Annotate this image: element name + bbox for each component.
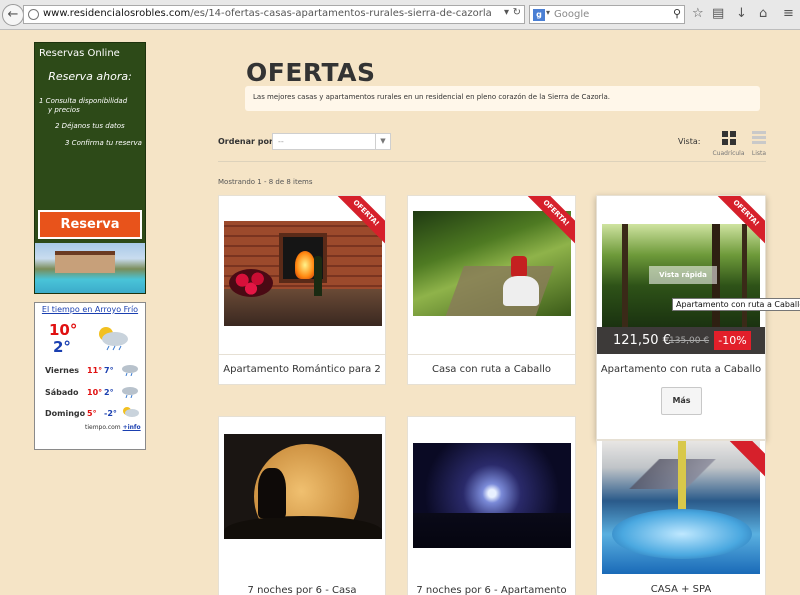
sort-select[interactable]: -- ▼ — [272, 133, 391, 150]
engine-dropdown-icon[interactable]: ▾ — [546, 8, 550, 17]
card-divider — [408, 354, 575, 355]
more-button[interactable]: Más — [661, 387, 702, 415]
forecast-day: Domingo — [45, 409, 86, 418]
product-image[interactable] — [413, 211, 571, 316]
product-card-hovered[interactable]: Vista rápida OFERTA! 121,50 € 135,00 € -… — [596, 195, 766, 440]
product-card[interactable]: OFERTA! Casa con ruta a Caballo — [407, 195, 576, 385]
forecast-day: Sábado — [45, 388, 79, 397]
download-icon[interactable]: ↓ — [736, 6, 747, 21]
weather-widget: El tiempo en Arroyo Frío 10° 2° Viernes … — [34, 302, 146, 450]
address-bar[interactable]: www.residencialosrobles.com/es/14-oferta… — [23, 5, 525, 24]
product-name[interactable]: 7 noches por 6 - Apartamento — [408, 585, 575, 595]
view-label: Vista: — [678, 137, 701, 146]
grid-icon — [721, 131, 736, 145]
product-name[interactable]: Apartamento Romántico para 2 — [219, 364, 385, 375]
old-price: 135,00 € — [669, 336, 710, 346]
product-name[interactable]: CASA + SPA — [597, 584, 765, 595]
product-name[interactable]: Casa con ruta a Caballo — [408, 364, 575, 375]
product-card[interactable]: 7 noches por 6 - Apartamento — [407, 416, 576, 595]
ad-subheading: Reserva ahora: — [48, 70, 132, 83]
discount-badge: -10% — [714, 331, 751, 350]
sun-cloud-icon — [123, 407, 139, 417]
reservation-ad-banner[interactable]: Reservas Online Reserva ahora: 1 Consult… — [34, 42, 146, 294]
back-button[interactable]: ← — [2, 4, 24, 26]
ad-step-3: 3 Confirma tu reserva — [65, 139, 142, 147]
divider — [218, 161, 766, 162]
reload-icon[interactable]: ↻ — [513, 7, 521, 18]
weather-info-link[interactable]: +info — [123, 424, 141, 431]
forecast-low: -2° — [104, 409, 117, 418]
tooltip: Apartamento con ruta a Caballo — [672, 298, 800, 311]
ad-step-2: 2 Déjanos tus datos — [55, 122, 125, 130]
item-count: Mostrando 1 - 8 de 8 items — [218, 178, 313, 186]
today-high: 10° — [49, 321, 78, 339]
list-icon — [752, 131, 766, 145]
search-input[interactable]: Google — [554, 9, 589, 20]
view-list-button[interactable]: Lista — [749, 131, 769, 157]
forecast-low: 2° — [104, 388, 114, 397]
home-icon[interactable]: ⌂ — [759, 6, 767, 21]
product-image[interactable] — [602, 441, 760, 574]
ad-step-1: 1 Consulta disponibilidad — [39, 97, 128, 105]
rain-cloud-icon — [122, 387, 138, 398]
product-price: 121,50 € — [613, 333, 671, 348]
card-divider — [219, 354, 385, 355]
residence-photo — [35, 243, 145, 293]
product-name[interactable]: Apartamento con ruta a Caballo — [597, 364, 765, 375]
forecast-high: 11° — [87, 366, 103, 375]
reserve-now-button[interactable]: Reserva Ahora — [38, 210, 142, 257]
product-card[interactable]: 7 noches por 6 - Casa — [218, 416, 386, 595]
bookmark-star-icon[interactable]: ☆ — [692, 6, 704, 21]
forecast-low: 7° — [104, 366, 114, 375]
forecast-high: 10° — [87, 388, 103, 397]
browser-toolbar: ← www.residencialosrobles.com/es/14-ofer… — [0, 0, 800, 30]
quick-view-button[interactable]: Vista rápida — [649, 266, 717, 284]
search-bar[interactable]: g ▾ Google ⚲ — [529, 5, 685, 24]
forecast-day: Viernes — [45, 366, 80, 375]
weather-title-link[interactable]: El tiempo en Arroyo Frío — [35, 305, 145, 314]
dropdown-arrow-icon[interactable]: ▾ — [504, 7, 509, 18]
product-image[interactable] — [224, 221, 382, 326]
page-title: OFERTAS — [246, 58, 376, 87]
product-card[interactable]: OFERTA! Apartamento Romántico para 2 — [218, 195, 386, 385]
product-image[interactable] — [224, 434, 382, 539]
product-image[interactable] — [413, 443, 571, 548]
google-icon[interactable]: g — [533, 9, 545, 21]
bookmarks-menu-icon[interactable]: ▤ — [712, 6, 724, 21]
forecast-high: 5° — [87, 409, 97, 418]
globe-icon — [28, 9, 39, 20]
back-arrow-icon: ← — [7, 7, 19, 22]
ad-step-1b: y precios — [48, 106, 80, 114]
price-bar: 121,50 € 135,00 € -10% — [597, 327, 765, 354]
weather-footer: tiempo.com +info — [85, 424, 141, 431]
menu-icon[interactable]: ≡ — [783, 6, 794, 21]
chevron-down-icon[interactable]: ▼ — [375, 134, 390, 149]
rain-cloud-icon — [122, 365, 138, 376]
category-description: Las mejores casas y apartamentos rurales… — [245, 86, 760, 111]
sort-label: Ordenar por — [218, 137, 273, 146]
sun-cloud-rain-icon — [99, 327, 128, 351]
today-low: 2° — [53, 338, 71, 356]
search-icon[interactable]: ⚲ — [673, 7, 681, 20]
view-grid-button[interactable]: Cuadrícula — [712, 131, 745, 157]
url-text: www.residencialosrobles.com/es/14-oferta… — [43, 8, 492, 19]
sort-selected-value: -- — [278, 137, 284, 146]
product-name[interactable]: 7 noches por 6 - Casa — [219, 585, 385, 595]
product-card[interactable]: CASA + SPA — [596, 440, 766, 595]
ad-heading: Reservas Online — [39, 48, 120, 59]
